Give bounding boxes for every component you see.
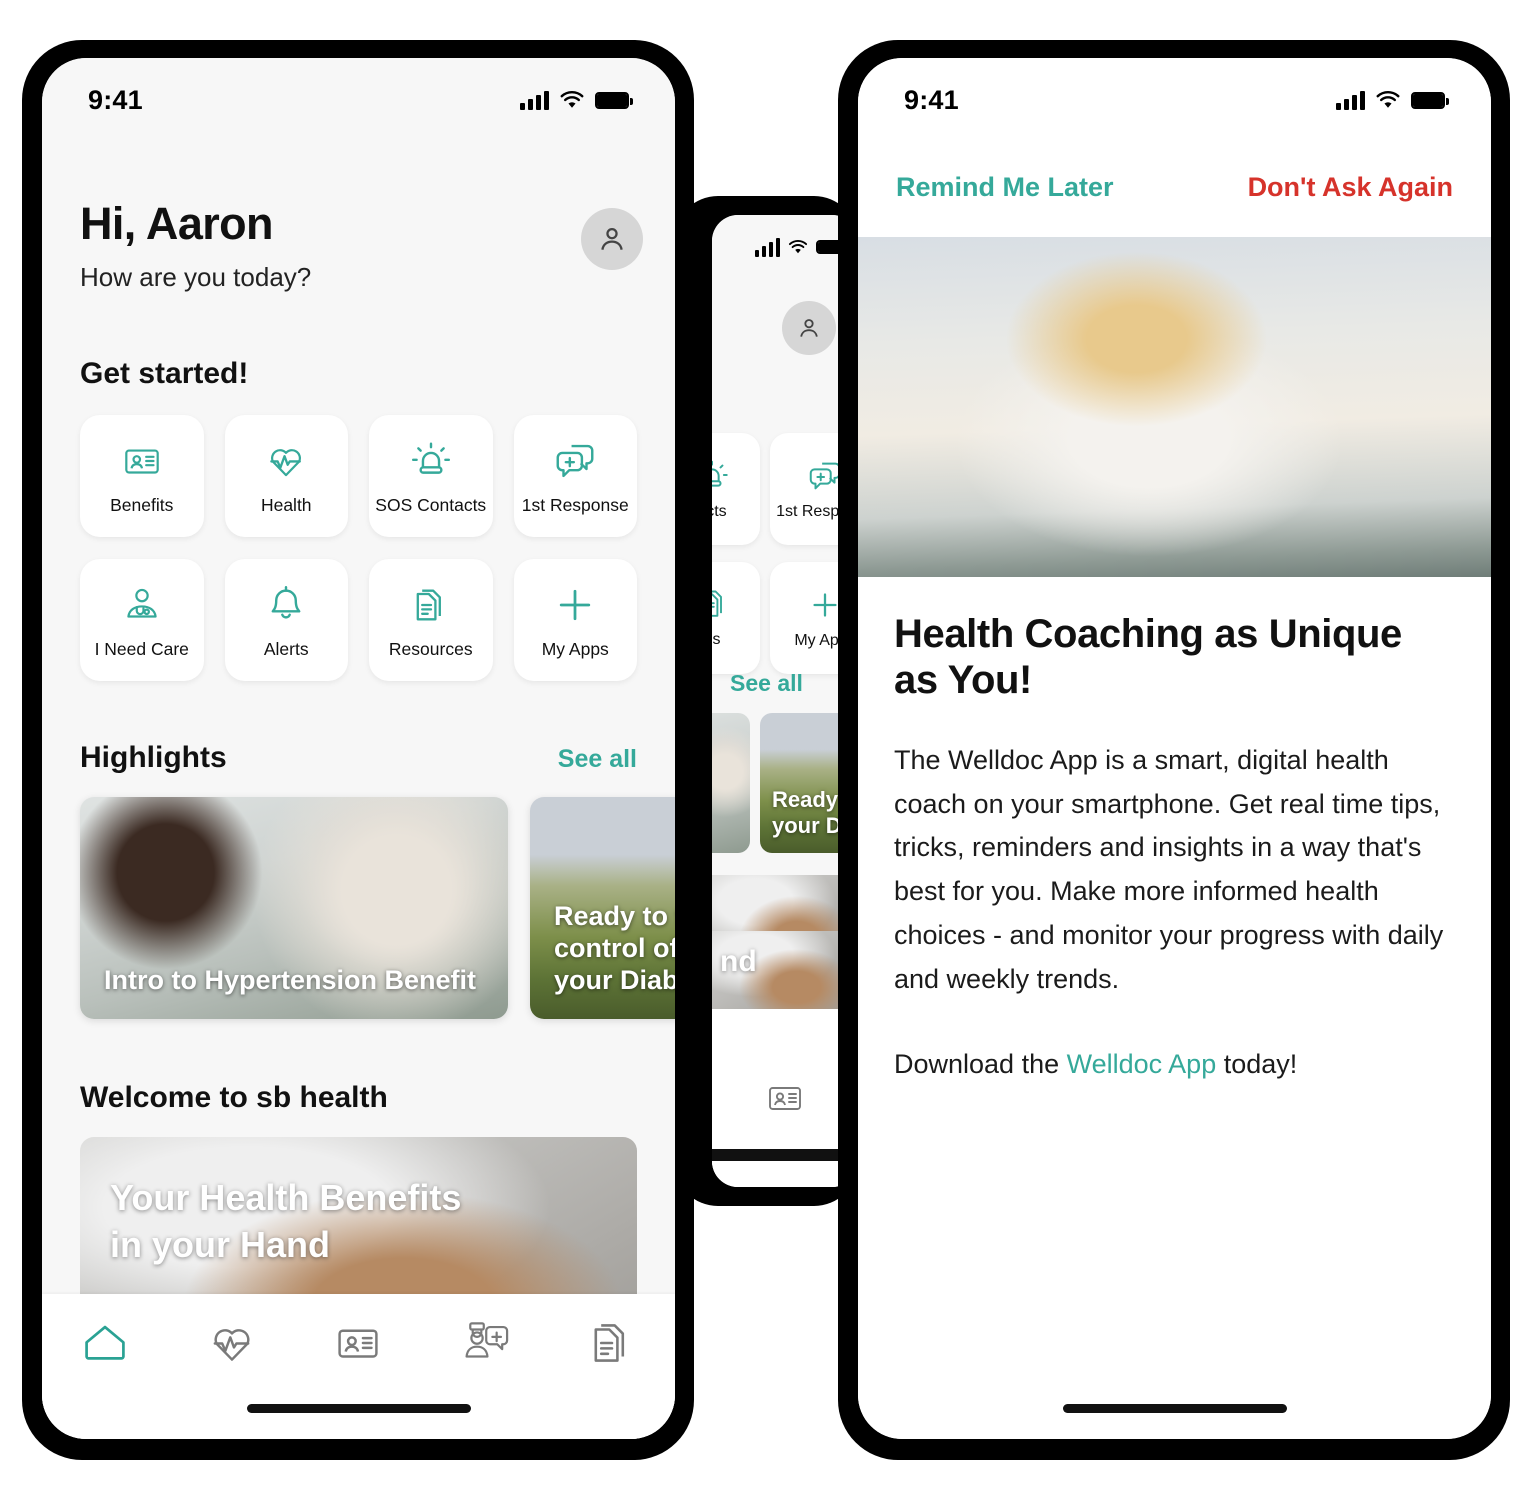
tile-label: Benefits [110, 494, 174, 515]
tile-label: Health [260, 494, 312, 515]
promo-screen: 9:41 Remind Me Later Don't Ask Again Hea… [858, 58, 1491, 1439]
heart-pulse-icon [263, 437, 309, 485]
left-status-bar: 9:41 [42, 58, 675, 128]
tile-label: 1st Response [521, 494, 629, 515]
chat-medical-icon [552, 437, 598, 485]
wifi-icon [1375, 90, 1401, 110]
documents-icon [585, 1316, 639, 1370]
status-time: 9:41 [904, 84, 959, 115]
mid-banner-title: nd [720, 945, 757, 978]
mid-tile-label: es [712, 631, 721, 648]
highlights-see-all-link[interactable]: See all [558, 745, 637, 774]
avatar[interactable] [581, 208, 643, 270]
tile-my-apps[interactable]: My Apps [513, 559, 637, 681]
get-started-heading: Get started! [80, 357, 249, 390]
screenshot-stage: acts 1st Response [0, 0, 1530, 1500]
tile-alerts[interactable]: Alerts [224, 559, 348, 681]
mid-see-all-link[interactable]: See all [730, 670, 803, 697]
heart-pulse-icon [205, 1316, 259, 1370]
highlight-card[interactable]: Ready to take control of your Diabetes? [530, 797, 675, 1019]
home-indicator [1062, 1404, 1287, 1413]
tab-care-team[interactable] [440, 1316, 530, 1370]
siren-alarm-icon [408, 437, 454, 485]
bottom-tab-bar [42, 1294, 675, 1439]
right-status-bar: 9:41 [858, 58, 1491, 128]
welcome-banner-title: Your Health Benefits in your Hand [110, 1177, 462, 1265]
tab-health[interactable] [187, 1316, 277, 1370]
cellular-bars-icon [755, 237, 780, 257]
promo-paragraph: The Welldoc App is a smart, digital heal… [894, 745, 1444, 994]
tile-health[interactable]: Health [224, 415, 348, 537]
page-title: Hi, Aaron [80, 198, 274, 249]
highlights-carousel[interactable]: Intro to Hypertension Benefit Ready to t… [80, 797, 675, 1019]
tab-home[interactable] [60, 1316, 150, 1370]
right-phone-screen: 9:41 Remind Me Later Don't Ask Again Hea… [858, 58, 1491, 1439]
tab-resources[interactable] [567, 1316, 657, 1370]
id-card-icon [331, 1316, 385, 1370]
documents-icon [712, 587, 730, 623]
greeting-subtitle: How are you today? [80, 262, 312, 292]
battery-full-icon [595, 91, 633, 109]
promo-hero-image [858, 237, 1491, 577]
home-screen: 9:41 Hi, Aaron How are you today? Get st… [42, 58, 675, 1439]
welldoc-app-link[interactable]: Welldoc App [1067, 1049, 1217, 1079]
id-card-icon [119, 437, 165, 485]
tile-label: Resources [388, 638, 473, 659]
tile-label: My Apps [541, 638, 609, 659]
status-time: 9:41 [88, 84, 143, 115]
tile-resources[interactable]: Resources [369, 559, 493, 681]
tile-1st-response[interactable]: 1st Response [513, 415, 637, 537]
tab-benefits[interactable] [313, 1316, 403, 1370]
mid-dark-divider [712, 1149, 858, 1161]
dont-ask-again-button[interactable]: Don't Ask Again [1248, 172, 1453, 203]
mid-avatar[interactable] [782, 301, 836, 355]
wifi-icon [559, 90, 585, 110]
promo-download-line: Download the Welldoc App today! [894, 1049, 1455, 1080]
highlights-header: Highlights See all [80, 741, 637, 775]
promo-body: Health Coaching as Unique as You! The We… [858, 577, 1491, 1081]
download-prefix: Download the [894, 1049, 1067, 1080]
promo-heading: Health Coaching as Unique as You! [894, 612, 1402, 702]
remind-me-later-button[interactable]: Remind Me Later [896, 172, 1114, 203]
id-card-icon[interactable] [763, 1076, 807, 1120]
left-phone-screen: 9:41 Hi, Aaron How are you today? Get st… [42, 58, 675, 1439]
mid-tile-label: acts [712, 503, 727, 520]
mid-status-bar [712, 215, 858, 257]
middle-phone-screen: acts 1st Response [712, 215, 858, 1187]
tile-i-need-care[interactable]: I Need Care [80, 559, 204, 681]
nurse-chat-icon [458, 1316, 512, 1370]
highlight-card[interactable]: Intro to Hypertension Benefit [80, 797, 508, 1019]
tile-label: SOS Contacts [375, 494, 487, 515]
bell-icon [263, 581, 309, 629]
cellular-bars-icon [520, 90, 549, 110]
download-suffix: today! [1216, 1049, 1298, 1080]
mid-tile-sos[interactable]: acts [712, 433, 760, 545]
documents-icon [409, 581, 453, 629]
battery-full-icon [1411, 91, 1449, 109]
home-indicator [246, 1404, 471, 1413]
welcome-heading: Welcome to sb health [80, 1081, 388, 1114]
tile-label: I Need Care [94, 638, 189, 659]
siren-alarm-icon [712, 457, 731, 495]
doctor-stethoscope-icon [119, 581, 165, 629]
home-scroll-area[interactable]: Hi, Aaron How are you today? Get started… [42, 128, 675, 1439]
promo-action-bar: Remind Me Later Don't Ask Again [858, 128, 1491, 237]
home-icon [78, 1316, 132, 1370]
cellular-bars-icon [1336, 90, 1365, 110]
highlight-card-title: Ready to take control of your Diabetes? [554, 901, 675, 996]
plus-icon [552, 581, 598, 629]
wifi-icon [788, 239, 808, 255]
highlight-card-title: Intro to Hypertension Benefit [104, 965, 477, 996]
get-started-grid: Benefits Health SOS Contacts 1st Respons… [80, 415, 637, 681]
highlights-heading: Highlights [80, 741, 227, 774]
mid-benefits-banner[interactable]: nd [712, 931, 858, 1009]
mid-highlight-card-1[interactable] [712, 713, 750, 853]
tile-sos-contacts[interactable]: SOS Contacts [369, 415, 493, 537]
tile-label: Alerts [263, 638, 309, 659]
mid-tile-resources[interactable]: es [712, 562, 760, 674]
tile-benefits[interactable]: Benefits [80, 415, 204, 537]
